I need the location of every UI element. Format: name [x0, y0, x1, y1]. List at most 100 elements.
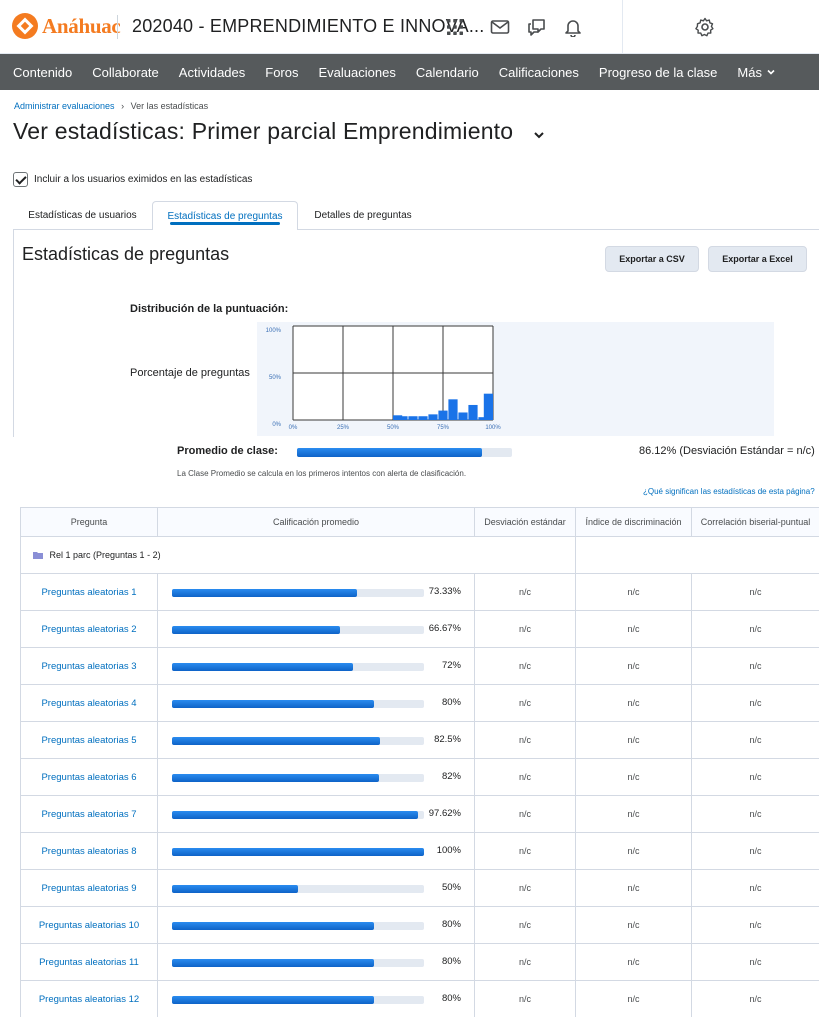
- distribution-chart: 0% 25% 50% 75% 100% 100% 50% 0%: [257, 322, 774, 436]
- avg-grade-bar: [172, 811, 424, 819]
- avg-grade-cell: 73.33%: [157, 573, 475, 611]
- breadcrumb-link[interactable]: Administrar evaluaciones: [14, 101, 115, 111]
- gear-icon[interactable]: [695, 17, 715, 37]
- chart-y-tick-label: 0%: [272, 422, 281, 428]
- export-excel-button[interactable]: Exportar a Excel: [708, 246, 807, 272]
- avg-grade-cell: 72%: [157, 647, 475, 685]
- question-link[interactable]: Preguntas aleatorias 7: [20, 795, 158, 833]
- section-label: Rel 1 parc (Preguntas 1 - 2): [49, 550, 161, 560]
- question-link[interactable]: Preguntas aleatorias 4: [20, 684, 158, 722]
- export-csv-button[interactable]: Exportar a CSV: [605, 246, 699, 272]
- avg-grade-bar-fill: [172, 774, 379, 782]
- std-dev-cell: n/c: [474, 610, 576, 648]
- table-row: Preguntas aleatorias 10 80% n/c n/c n/c: [20, 906, 819, 944]
- tab-question-details[interactable]: Detalles de preguntas: [298, 201, 428, 230]
- bell-icon[interactable]: [563, 17, 583, 37]
- std-dev-cell: n/c: [474, 721, 576, 759]
- point-biserial-cell: n/c: [691, 647, 819, 685]
- avg-grade-value: 97.62%: [428, 808, 461, 819]
- course-title[interactable]: 202040 - EMPRENDIMIENTO E INNOVA...: [132, 16, 484, 37]
- question-link[interactable]: Preguntas aleatorias 1: [20, 573, 158, 611]
- table-header-row: Pregunta Calificación promedio Desviació…: [20, 507, 819, 537]
- question-link[interactable]: Preguntas aleatorias 5: [20, 721, 158, 759]
- question-link[interactable]: Preguntas aleatorias 8: [20, 832, 158, 870]
- chart-bar: [448, 399, 458, 420]
- tab-question-stats[interactable]: Estadísticas de preguntas: [152, 201, 298, 230]
- mail-icon[interactable]: [490, 17, 510, 37]
- question-link[interactable]: Preguntas aleatorias 2: [20, 610, 158, 648]
- chart-bar: [428, 414, 438, 420]
- page-title: Ver estadísticas: Primer parcial Emprend…: [13, 118, 514, 144]
- avg-grade-bar-fill: [172, 700, 374, 708]
- tab-user-stats-label: Estadísticas de usuarios: [28, 210, 137, 221]
- apps-grid-icon[interactable]: [445, 17, 465, 37]
- col-header-discrimination: Índice de discriminación: [575, 507, 692, 537]
- table-row: Preguntas aleatorias 6 82% n/c n/c n/c: [20, 758, 819, 796]
- avg-grade-cell: 80%: [157, 943, 475, 981]
- help-link[interactable]: ¿Qué significan las estadísticas de esta…: [643, 487, 815, 496]
- section-cell: Rel 1 parc (Preguntas 1 - 2): [20, 536, 576, 574]
- question-link[interactable]: Preguntas aleatorias 6: [20, 758, 158, 796]
- avg-grade-bar: [172, 589, 424, 597]
- avg-grade-bar-fill: [172, 663, 354, 671]
- table-clip: [0, 1017, 819, 1024]
- breadcrumb: Administrar evaluaciones › Ver las estad…: [14, 101, 208, 111]
- nav-item-calificaciones[interactable]: Calificaciones: [487, 65, 587, 80]
- panel-title: Estadísticas de preguntas: [22, 244, 230, 264]
- discrimination-cell: n/c: [575, 832, 692, 870]
- point-biserial-cell: n/c: [691, 758, 819, 796]
- avg-grade-value: 80%: [441, 697, 461, 708]
- question-link[interactable]: Preguntas aleatorias 10: [20, 906, 158, 944]
- question-link[interactable]: Preguntas aleatorias 12: [20, 980, 158, 1018]
- point-biserial-cell: n/c: [691, 943, 819, 981]
- chat-icon[interactable]: [527, 17, 547, 37]
- chart-x-tick-label: 75%: [437, 425, 450, 431]
- nav-item-actividades[interactable]: Actividades: [167, 65, 253, 80]
- avg-grade-bar-fill: [172, 811, 418, 819]
- nav-item-progreso[interactable]: Progreso de la clase: [587, 65, 726, 80]
- question-link[interactable]: Preguntas aleatorias 9: [20, 869, 158, 907]
- logo-icon: [12, 13, 38, 39]
- avg-grade-bar: [172, 737, 424, 745]
- include-exempt-checkbox[interactable]: [13, 172, 28, 187]
- chart-x-tick-label: 100%: [485, 425, 501, 431]
- header-divider: [117, 15, 118, 39]
- avg-grade-bar-fill: [172, 848, 424, 856]
- std-dev-cell: n/c: [474, 943, 576, 981]
- distribution-label: Distribución de la puntuación:: [130, 303, 289, 315]
- table-row: Preguntas aleatorias 5 82.5% n/c n/c n/c: [20, 721, 819, 759]
- question-link[interactable]: Preguntas aleatorias 11: [20, 943, 158, 981]
- brand-logo[interactable]: Anáhuac: [12, 13, 121, 39]
- question-stats-table-wrap: Pregunta Calificación promedio Desviació…: [20, 507, 819, 1018]
- nav-item-collaborate[interactable]: Collaborate: [80, 65, 167, 80]
- avg-grade-bar: [172, 885, 424, 893]
- std-dev-cell: n/c: [474, 869, 576, 907]
- avg-grade-bar: [172, 959, 424, 967]
- include-exempt-label: Incluir a los usuarios eximidos en las e…: [34, 174, 253, 185]
- discrimination-cell: n/c: [575, 943, 692, 981]
- nav-item-calendario[interactable]: Calendario: [404, 65, 487, 80]
- chart-x-tick-label: 50%: [387, 425, 400, 431]
- chevron-down-icon[interactable]: [531, 127, 547, 143]
- nav-item-evaluaciones[interactable]: Evaluaciones: [307, 65, 404, 80]
- avg-grade-value: 66.67%: [428, 623, 461, 634]
- tab-user-stats[interactable]: Estadísticas de usuarios: [13, 201, 152, 230]
- avg-grade-bar: [172, 626, 424, 634]
- avg-grade-value: 72%: [441, 660, 461, 671]
- std-dev-cell: n/c: [474, 980, 576, 1018]
- question-link[interactable]: Preguntas aleatorias 3: [20, 647, 158, 685]
- chart-y-tick-label: 100%: [266, 328, 282, 334]
- avg-grade-bar: [172, 774, 424, 782]
- avg-grade-value: 82.5%: [434, 734, 461, 745]
- section-empty-cell: [575, 536, 819, 574]
- distribution-chart-svg: 0% 25% 50% 75% 100% 100% 50% 0%: [266, 325, 501, 431]
- table-row: Preguntas aleatorias 12 80% n/c n/c n/c: [20, 980, 819, 1018]
- avg-grade-bar-fill: [172, 737, 380, 745]
- avg-grade-value: 80%: [441, 919, 461, 930]
- nav-item-contenido[interactable]: Contenido: [0, 65, 80, 80]
- std-dev-cell: n/c: [474, 832, 576, 870]
- nav-item-mas[interactable]: Más: [725, 65, 784, 80]
- nav-item-foros[interactable]: Foros: [253, 65, 306, 80]
- avg-grade-cell: 50%: [157, 869, 475, 907]
- chevron-down-icon: [767, 69, 775, 75]
